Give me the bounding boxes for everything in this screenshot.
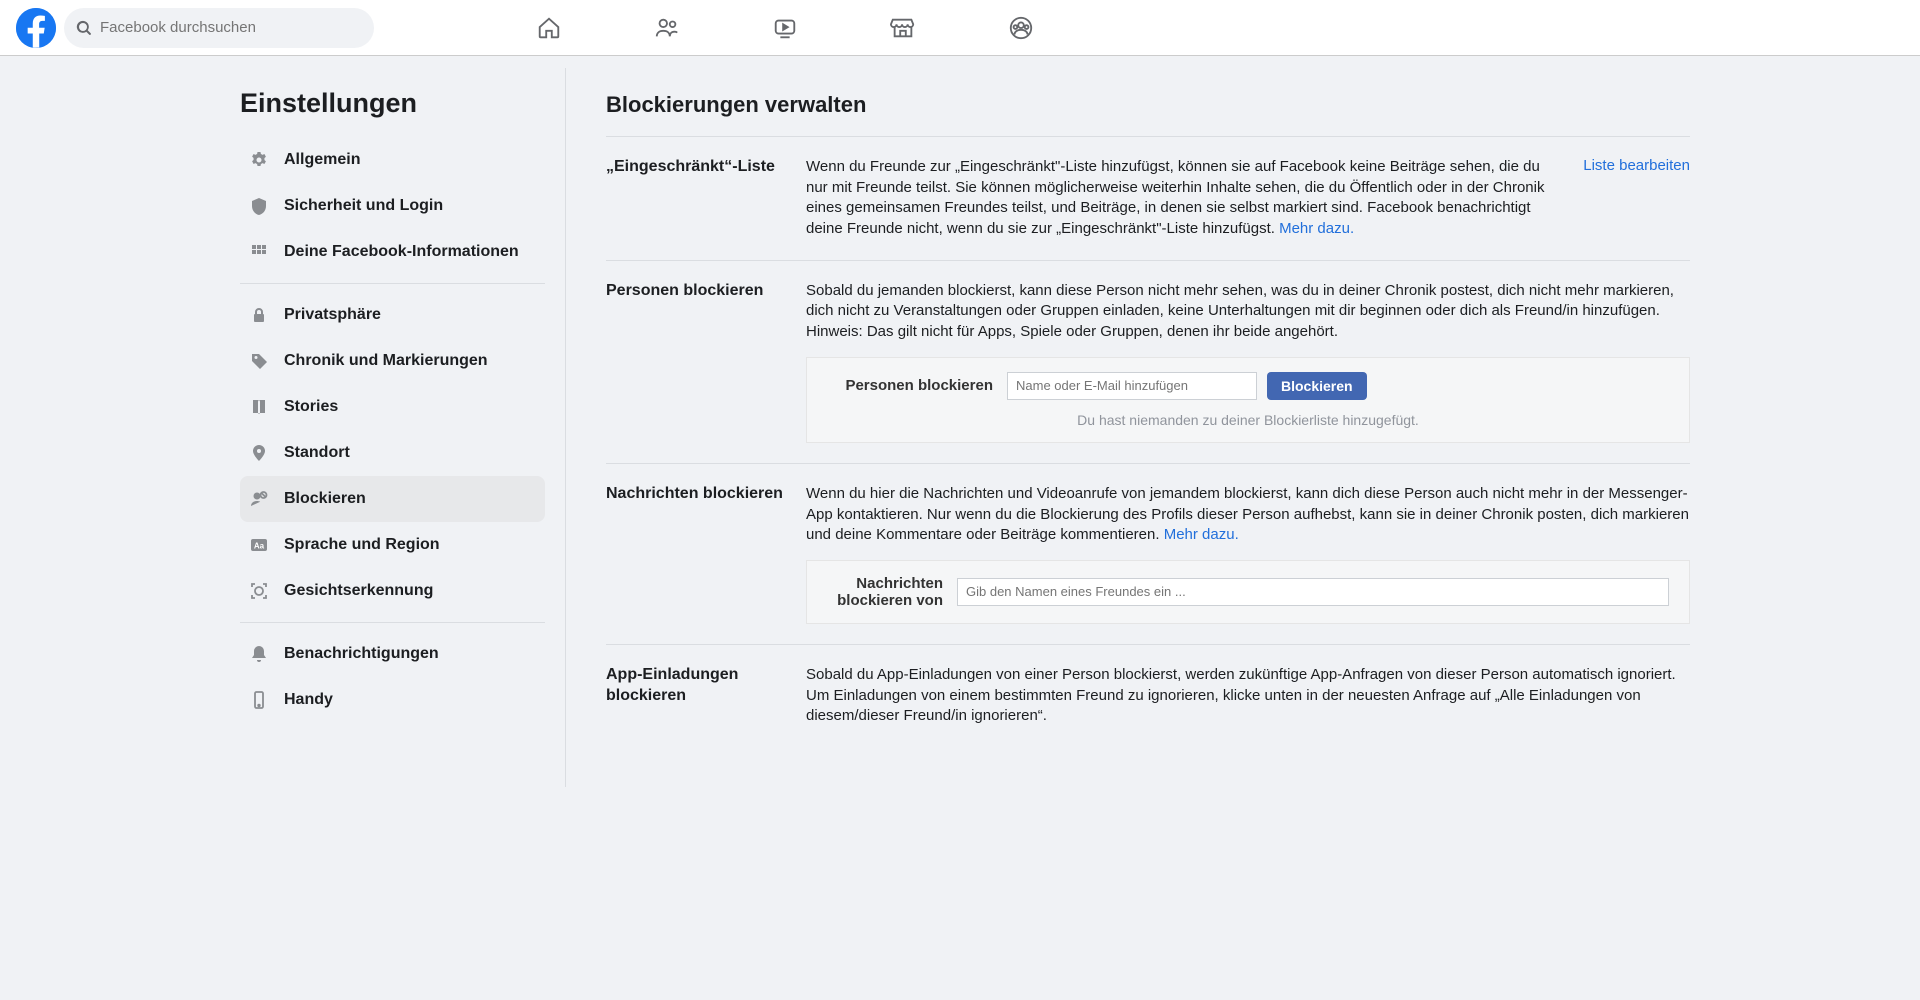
watch-icon bbox=[772, 15, 798, 41]
sidebar-item-label: Privatsphäre bbox=[284, 306, 381, 324]
shield-icon bbox=[248, 195, 270, 217]
sidebar-item-shield[interactable]: Sicherheit und Login bbox=[240, 183, 545, 229]
sidebar-item-label: Stories bbox=[284, 398, 338, 416]
search-bar[interactable] bbox=[64, 8, 374, 48]
edit-list-link[interactable]: Liste bearbeiten bbox=[1583, 157, 1690, 174]
sidebar-title: Einstellungen bbox=[240, 88, 545, 119]
sidebar-item-tag[interactable]: Chronik und Markierungen bbox=[240, 338, 545, 384]
sidebar-separator bbox=[240, 283, 545, 284]
sidebar-item-label: Chronik und Markierungen bbox=[284, 352, 488, 370]
more-link[interactable]: Mehr dazu. bbox=[1279, 220, 1354, 237]
top-bar bbox=[0, 0, 1920, 56]
sidebar-item-label: Deine Facebook-Informationen bbox=[284, 243, 519, 261]
main-content: Blockierungen verwalten „Eingeschränkt“-… bbox=[565, 68, 1710, 787]
pin-icon bbox=[248, 442, 270, 464]
section-block-messages: Nachrichten blockieren Wenn du hier die … bbox=[606, 464, 1690, 645]
facebook-logo[interactable] bbox=[16, 8, 56, 48]
marketplace-icon bbox=[890, 15, 916, 41]
input-label: Nachrichten blockieren von bbox=[827, 575, 947, 609]
sidebar-separator bbox=[240, 622, 545, 623]
groups-icon bbox=[1008, 15, 1034, 41]
bell-icon bbox=[248, 643, 270, 665]
section-restricted: „Eingeschränkt“-Liste Wenn du Freunde zu… bbox=[606, 137, 1690, 261]
sidebar-item-label: Blockieren bbox=[284, 490, 366, 508]
section-desc: Wenn du Freunde zur „Eingeschränkt"-List… bbox=[806, 157, 1560, 240]
sidebar-item-gear[interactable]: Allgemein bbox=[240, 137, 545, 183]
sidebar-item-lock[interactable]: Privatsphäre bbox=[240, 292, 545, 338]
sidebar-item-label: Sicherheit und Login bbox=[284, 197, 443, 215]
sidebar-item-aa[interactable]: Aa Sprache und Region bbox=[240, 522, 545, 568]
sidebar-item-bell[interactable]: Benachrichtigungen bbox=[240, 631, 545, 677]
block-messages-input[interactable] bbox=[957, 578, 1669, 606]
sidebar-item-label: Gesichtserkennung bbox=[284, 582, 433, 600]
sidebar-item-label: Benachrichtigungen bbox=[284, 645, 439, 663]
search-input[interactable] bbox=[100, 19, 362, 36]
sidebar-item-pin[interactable]: Standort bbox=[240, 430, 545, 476]
nav-home[interactable] bbox=[494, 4, 604, 52]
section-title: App-Einladungen blockieren bbox=[606, 665, 806, 727]
page-title: Blockierungen verwalten bbox=[606, 92, 1690, 137]
tag-icon bbox=[248, 350, 270, 372]
section-title: „Eingeschränkt“-Liste bbox=[606, 157, 806, 240]
empty-note: Du hast niemanden zu deiner Blockierlist… bbox=[827, 412, 1669, 428]
sidebar-item-label: Sprache und Region bbox=[284, 536, 440, 554]
nav-groups[interactable] bbox=[966, 4, 1076, 52]
sidebar-item-label: Standort bbox=[284, 444, 350, 462]
nav-marketplace[interactable] bbox=[848, 4, 958, 52]
gear-icon bbox=[248, 149, 270, 171]
section-desc: Sobald du jemanden blockierst, kann dies… bbox=[806, 281, 1690, 343]
phone-icon bbox=[248, 689, 270, 711]
svg-text:Aa: Aa bbox=[254, 542, 265, 551]
block-messages-panel: Nachrichten blockieren von bbox=[806, 560, 1690, 624]
more-link[interactable]: Mehr dazu. bbox=[1164, 526, 1239, 543]
friends-icon bbox=[654, 15, 680, 41]
sidebar-item-grid[interactable]: Deine Facebook-Informationen bbox=[240, 229, 545, 275]
book-icon bbox=[248, 396, 270, 418]
lock-icon bbox=[248, 304, 270, 326]
section-title: Personen blockieren bbox=[606, 281, 806, 443]
input-label: Personen blockieren bbox=[827, 377, 997, 394]
block-button[interactable]: Blockieren bbox=[1267, 372, 1367, 400]
aa-icon: Aa bbox=[248, 534, 270, 556]
block-user-input[interactable] bbox=[1007, 372, 1257, 400]
nav-friends[interactable] bbox=[612, 4, 722, 52]
home-icon bbox=[536, 15, 562, 41]
sidebar-item-label: Allgemein bbox=[284, 151, 360, 169]
search-icon bbox=[76, 20, 92, 36]
block-icon bbox=[248, 488, 270, 510]
face-icon bbox=[248, 580, 270, 602]
top-nav bbox=[494, 4, 1076, 52]
nav-watch[interactable] bbox=[730, 4, 840, 52]
section-desc: Sobald du App-Einladungen von einer Pers… bbox=[806, 665, 1690, 727]
grid-icon bbox=[248, 241, 270, 263]
sidebar-item-phone[interactable]: Handy bbox=[240, 677, 545, 723]
section-block-app-invites: App-Einladungen blockieren Sobald du App… bbox=[606, 645, 1690, 747]
sidebar-item-label: Handy bbox=[284, 691, 333, 709]
section-desc: Wenn du hier die Nachrichten und Videoan… bbox=[806, 484, 1690, 546]
section-title: Nachrichten blockieren bbox=[606, 484, 806, 624]
sidebar-item-face[interactable]: Gesichtserkennung bbox=[240, 568, 545, 614]
settings-sidebar: Einstellungen Allgemein Sicherheit und Lo… bbox=[210, 68, 565, 787]
block-users-panel: Personen blockieren Blockieren Du hast n… bbox=[806, 357, 1690, 443]
sidebar-item-block[interactable]: Blockieren bbox=[240, 476, 545, 522]
section-block-users: Personen blockieren Sobald du jemanden b… bbox=[606, 261, 1690, 464]
sidebar-item-book[interactable]: Stories bbox=[240, 384, 545, 430]
